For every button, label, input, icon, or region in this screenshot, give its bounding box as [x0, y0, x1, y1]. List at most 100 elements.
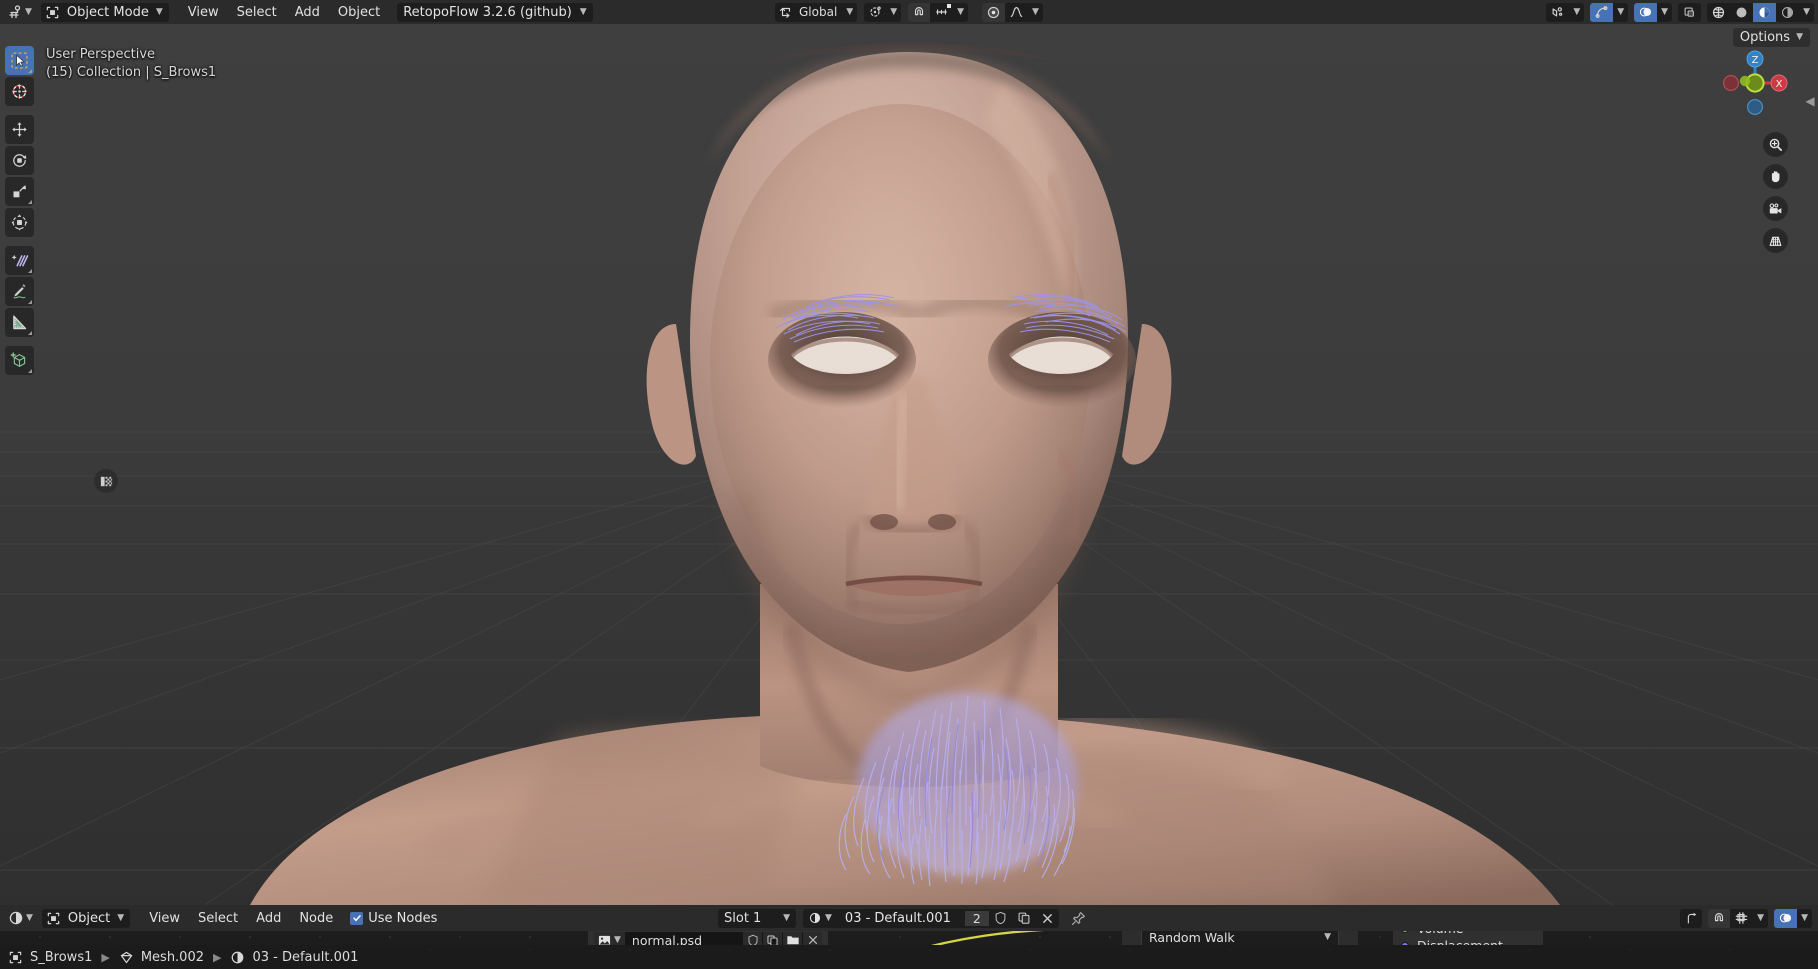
- shader-type-label: Object: [67, 910, 111, 926]
- wireframe-shading-icon[interactable]: [1707, 3, 1730, 22]
- gizmo-x-label: X: [1776, 79, 1783, 90]
- object-types-visibility-icon[interactable]: [1546, 3, 1569, 22]
- mode-selector[interactable]: Object Mode ▼: [40, 2, 169, 22]
- cursor-tool[interactable]: [5, 77, 34, 106]
- add-cube-tool[interactable]: [5, 346, 34, 375]
- sidebar-toggle-arrow[interactable]: ◀: [1804, 84, 1816, 118]
- chevron-down-icon[interactable]: ▼: [1569, 3, 1584, 22]
- node-parent-button[interactable]: [1680, 908, 1703, 928]
- transform-orientation[interactable]: Global ▼: [775, 2, 858, 22]
- retopoflow-menu[interactable]: RetopoFlow 3.2.6 (github) ▼: [397, 2, 593, 22]
- shader-editor-menus: View Select Add Node: [140, 909, 342, 928]
- chevron-down-icon: ▼: [579, 6, 587, 17]
- breadcrumb-material[interactable]: 03 - Default.001: [230, 950, 358, 965]
- menu-object[interactable]: Object: [329, 3, 389, 22]
- show-gizmo-icon[interactable]: [1590, 2, 1614, 22]
- fake-user-shield-icon[interactable]: [989, 909, 1012, 928]
- chevron-down-icon[interactable]: ▼: [1797, 909, 1812, 928]
- unlink-material-icon[interactable]: [1036, 909, 1059, 928]
- object-icon: [47, 912, 60, 924]
- material-name-field[interactable]: 03 - Default.001: [837, 911, 965, 926]
- proportional-editing-group[interactable]: ▼: [982, 2, 1043, 22]
- material-preview-shading-icon[interactable]: [1753, 2, 1777, 22]
- go-to-parent-icon[interactable]: [1680, 909, 1702, 928]
- snap-magnet-group[interactable]: ▼: [908, 2, 969, 22]
- chevron-down-icon: ▼: [25, 6, 32, 17]
- annotate-stroke-tool[interactable]: [5, 246, 34, 275]
- navigation-gizmo[interactable]: Z X: [1718, 46, 1792, 120]
- texture-paint-indicator: [94, 469, 118, 493]
- duplicate-material-icon[interactable]: [1012, 909, 1036, 928]
- shader-menu-add[interactable]: Add: [247, 909, 290, 928]
- chevron-down-icon[interactable]: ▼: [1613, 3, 1628, 22]
- chevron-down-icon[interactable]: ▼: [953, 3, 968, 22]
- proportional-editing-icon[interactable]: [982, 2, 1006, 22]
- magnet-icon[interactable]: [908, 2, 931, 22]
- shader-menu-select[interactable]: Select: [189, 909, 247, 928]
- transform-tool[interactable]: [5, 208, 34, 237]
- snap-target-icon[interactable]: [864, 3, 886, 22]
- viewport-options-button[interactable]: Options ▼: [1732, 28, 1810, 47]
- shader-menu-view[interactable]: View: [140, 909, 189, 928]
- shader-editor-right-controls: ▼ ▼: [1680, 905, 1812, 931]
- shader-editor-type-selector[interactable]: ▼: [5, 908, 36, 928]
- pin-button[interactable]: [1066, 909, 1091, 928]
- zoom-icon[interactable]: [1763, 132, 1788, 157]
- rendered-shading-icon[interactable]: [1776, 3, 1799, 22]
- show-overlays-icon[interactable]: [1634, 2, 1658, 22]
- shader-editor-header: ▼ Object ▼ View Select Add Node Use Node…: [0, 905, 1818, 931]
- shading-modes[interactable]: ▼: [1707, 2, 1814, 22]
- viewport-shading-group: ▼ ▼ ▼ ▼: [1546, 0, 1814, 24]
- material-users-count[interactable]: 2: [964, 910, 989, 926]
- chevron-down-icon[interactable]: ▼: [1753, 909, 1768, 928]
- annotate-tool[interactable]: [5, 277, 34, 306]
- gizmo-group[interactable]: ▼: [1590, 2, 1629, 22]
- pan-hand-icon[interactable]: [1763, 164, 1788, 189]
- editor-type-selector[interactable]: ▼: [4, 2, 35, 22]
- use-nodes-checkbox[interactable]: Use Nodes: [342, 909, 445, 928]
- chevron-down-icon[interactable]: ▼: [1028, 3, 1043, 22]
- shader-type-selector[interactable]: Object ▼: [41, 908, 131, 928]
- overlays-group[interactable]: ▼: [1634, 2, 1673, 22]
- shader-menu-node[interactable]: Node: [290, 909, 342, 928]
- node-snap-group[interactable]: ▼: [1708, 908, 1769, 928]
- retopoflow-label: RetopoFlow 3.2.6 (github): [403, 4, 572, 20]
- node-overlays-group[interactable]: ▼: [1774, 908, 1812, 928]
- node-snap-target-icon[interactable]: [1730, 909, 1753, 928]
- shader-editor-icon: [9, 911, 23, 925]
- orientation-label: Global: [799, 5, 838, 19]
- chevron-down-icon[interactable]: ▼: [1657, 3, 1672, 22]
- visibility-group[interactable]: ▼: [1546, 2, 1585, 22]
- snap-controls[interactable]: ▼: [864, 2, 902, 22]
- menu-view[interactable]: View: [179, 3, 228, 22]
- chevron-down-icon[interactable]: ▼: [1799, 3, 1814, 22]
- options-label: Options: [1739, 30, 1791, 45]
- node-overlays-icon[interactable]: [1774, 908, 1798, 928]
- solid-shading-icon[interactable]: [1730, 3, 1753, 22]
- tweak-tool[interactable]: [5, 46, 34, 75]
- rotate-tool[interactable]: [5, 146, 34, 175]
- chevron-right-icon: ▶: [101, 950, 110, 964]
- xray-toggle[interactable]: [1678, 2, 1702, 22]
- menu-add[interactable]: Add: [286, 3, 329, 22]
- chevron-down-icon: ▼: [614, 934, 621, 945]
- chevron-down-icon[interactable]: ▼: [886, 3, 901, 22]
- breadcrumb-object[interactable]: S_Brows1: [8, 950, 92, 965]
- move-tool[interactable]: [5, 115, 34, 144]
- menu-select[interactable]: Select: [228, 3, 286, 22]
- 3d-viewport[interactable]: User Perspective (15) Collection | S_Bro…: [0, 24, 1818, 905]
- magnet-icon[interactable]: [1708, 908, 1731, 928]
- material-browse-icon[interactable]: ▼: [803, 909, 837, 928]
- scale-tool[interactable]: [5, 177, 34, 206]
- falloff-curve-icon[interactable]: [1005, 3, 1028, 22]
- material-controls: Slot 1 ▼ ▼ 03 - Default.001 2: [718, 905, 1091, 931]
- toggle-perspective-icon[interactable]: [1763, 228, 1788, 253]
- chevron-down-icon[interactable]: ▼: [842, 3, 857, 22]
- breadcrumb-mesh[interactable]: Mesh.002: [119, 950, 204, 965]
- snap-increment-icon[interactable]: [930, 3, 953, 22]
- camera-view-icon[interactable]: [1763, 196, 1788, 221]
- measure-tool[interactable]: [5, 308, 34, 337]
- chevron-down-icon: ▼: [1796, 32, 1803, 42]
- xray-icon[interactable]: [1678, 3, 1701, 22]
- render-slot-selector[interactable]: Slot 1 ▼: [718, 908, 796, 928]
